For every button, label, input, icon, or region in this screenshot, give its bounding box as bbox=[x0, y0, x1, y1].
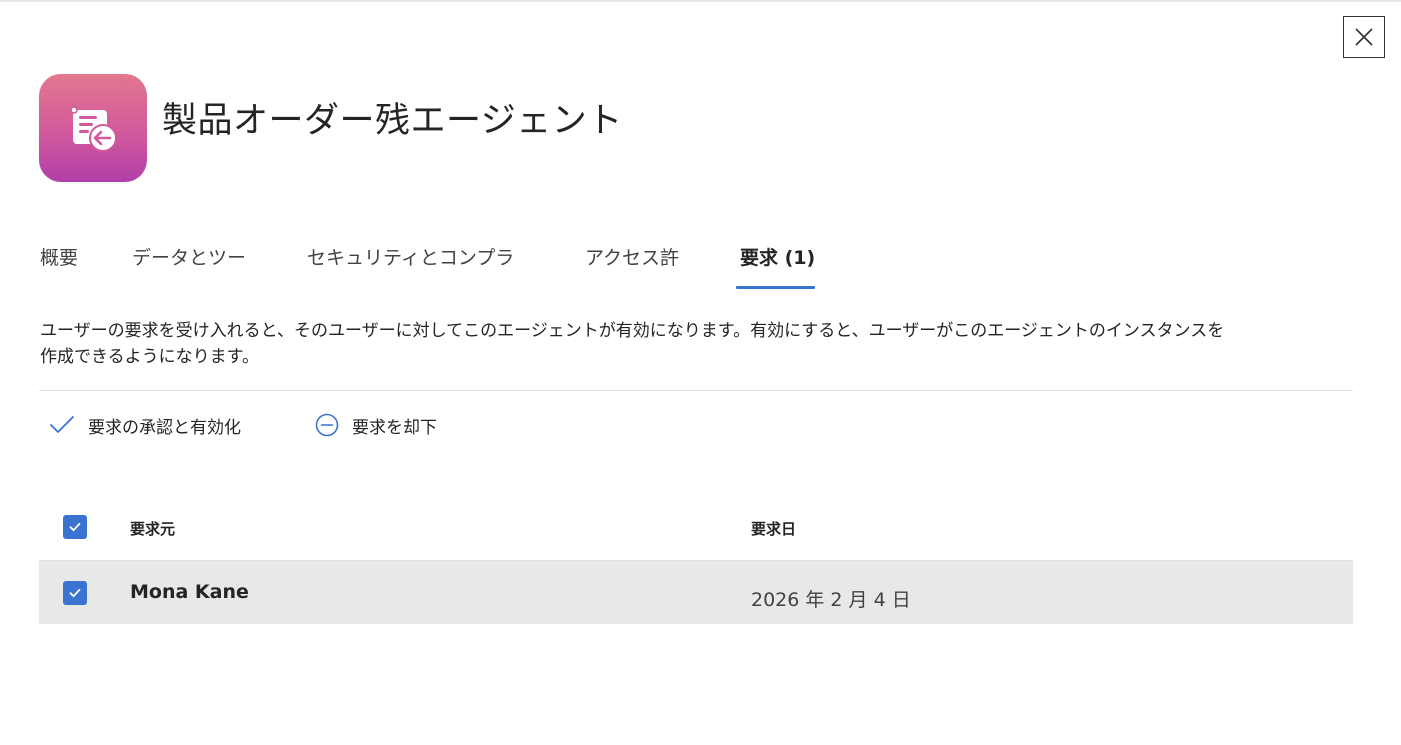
page-title: 製品オーダー残エージェント bbox=[162, 101, 623, 141]
reject-request-button[interactable]: 要求を却下 bbox=[314, 408, 437, 442]
column-header-request-date[interactable]: 要求日 bbox=[751, 518, 796, 539]
top-border bbox=[0, 0, 1401, 2]
column-header-requester[interactable]: 要求元 bbox=[130, 518, 175, 539]
check-icon bbox=[69, 522, 81, 532]
approve-and-enable-button[interactable]: 要求の承認と有効化 bbox=[48, 408, 241, 442]
requests-table: 要求元 要求日 Mona Kane 2026 年 2 月 4 日 bbox=[39, 498, 1353, 624]
minus-circle-icon bbox=[315, 413, 339, 437]
select-all-checkbox[interactable] bbox=[63, 515, 87, 539]
request-date: 2026 年 2 月 4 日 bbox=[751, 589, 911, 611]
agent-app-icon bbox=[39, 74, 147, 182]
close-icon bbox=[1355, 28, 1373, 46]
table-header: 要求元 要求日 bbox=[39, 498, 1353, 561]
close-button[interactable] bbox=[1343, 16, 1385, 58]
row-checkbox[interactable] bbox=[63, 581, 87, 605]
reject-label: 要求を却下 bbox=[352, 417, 437, 438]
requester-name: Mona Kane bbox=[130, 581, 249, 603]
tab-overview[interactable]: 概要 bbox=[40, 242, 78, 288]
tab-bar: 概要 データとツー セキュリティとコンプラ アクセス許 要求 (1) bbox=[40, 242, 940, 290]
table-row[interactable]: Mona Kane 2026 年 2 月 4 日 bbox=[39, 561, 1353, 624]
active-tab-indicator bbox=[736, 286, 815, 289]
tab-access-permissions[interactable]: アクセス許 bbox=[585, 242, 679, 288]
tab-data-and-tools[interactable]: データとツー bbox=[132, 242, 246, 288]
divider bbox=[39, 390, 1353, 391]
order-backlog-agent-icon bbox=[70, 106, 117, 152]
check-icon bbox=[69, 588, 81, 598]
checkmark-icon bbox=[50, 416, 74, 433]
approve-label: 要求の承認と有効化 bbox=[88, 417, 241, 438]
tab-requests[interactable]: 要求 (1) bbox=[740, 242, 815, 288]
tab-security-and-compliance[interactable]: セキュリティとコンプラ bbox=[307, 242, 514, 288]
requests-description: ユーザーの要求を受け入れると、そのユーザーに対してこのエージェントが有効になりま… bbox=[40, 321, 1225, 367]
